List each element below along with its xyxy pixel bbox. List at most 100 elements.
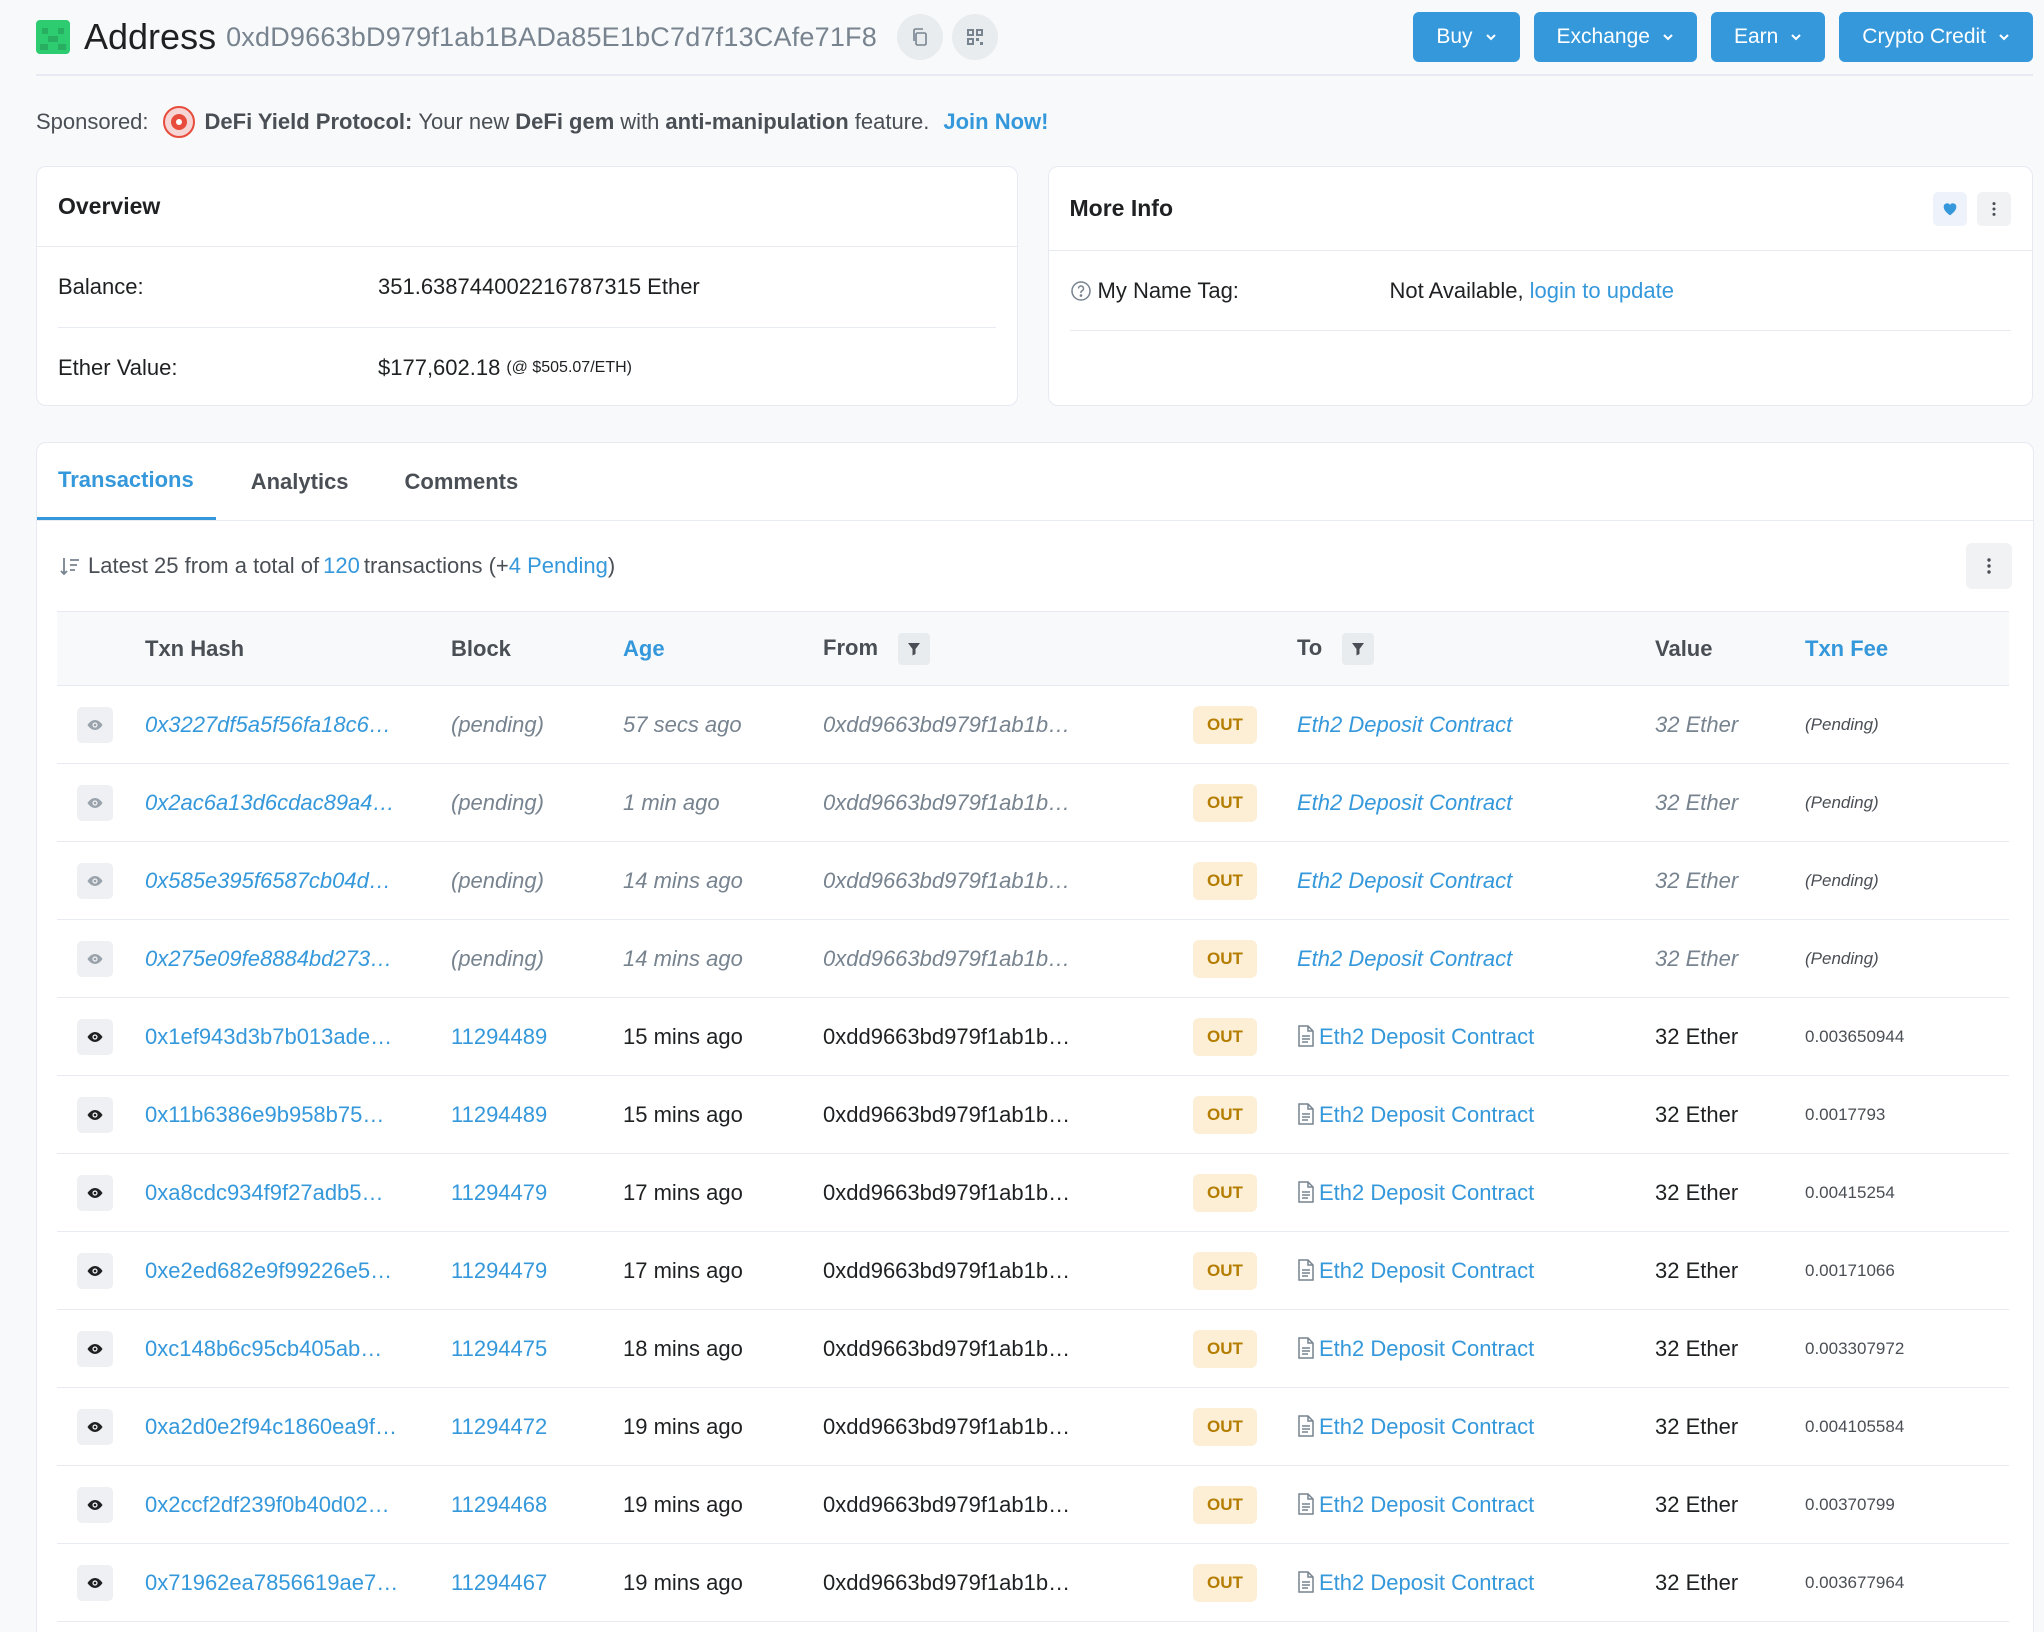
txn-hash-cell: 0x2ccf2df239f0b40d02…	[145, 1466, 451, 1544]
crypto-credit-button[interactable]: Crypto Credit	[1839, 12, 2033, 62]
to-contract-link[interactable]: Eth2 Deposit Contract	[1297, 946, 1512, 971]
sponsor-bold-2: anti-manipulation	[665, 109, 849, 134]
chevron-down-icon	[1999, 34, 2009, 41]
transactions-summary: Latest 25 from a total of 120 transactio…	[37, 521, 2033, 611]
value-cell: 32 Ether	[1655, 867, 1739, 893]
transactions-table-body: 0x3227df5a5f56fa18c6… (pending) 57 secs ag…	[57, 686, 2009, 1622]
to-cell: Eth2 Deposit Contract	[1297, 1232, 1655, 1310]
block-link[interactable]: 11294479	[451, 1180, 547, 1205]
direction-cell: OUT	[1193, 1310, 1297, 1388]
header-eye-spacer	[57, 612, 145, 686]
value-cell: 32 Ether	[1655, 1569, 1739, 1595]
more-info-header: More Info	[1048, 167, 2032, 251]
balance-label: Balance:	[58, 274, 144, 299]
to-contract-link[interactable]: Eth2 Deposit Contract	[1319, 1570, 1534, 1595]
eye-icon[interactable]	[77, 784, 113, 821]
eye-icon[interactable]	[77, 862, 113, 899]
favorite-heart-icon[interactable]	[1933, 191, 1967, 226]
contract-file-icon	[1298, 1024, 1314, 1047]
txn-hash-link[interactable]: 0x585e395f6587cb04d…	[145, 868, 391, 893]
to-contract-link[interactable]: Eth2 Deposit Contract	[1319, 1492, 1534, 1517]
contract-file-icon	[1298, 1336, 1314, 1359]
filter-icon[interactable]	[898, 632, 931, 665]
login-to-update-link[interactable]: login to update	[1530, 278, 1674, 304]
join-now-link[interactable]: Join Now!	[943, 109, 1048, 135]
direction-badge: OUT	[1193, 705, 1257, 744]
earn-button[interactable]: Earn	[1710, 12, 1826, 62]
to-contract-link[interactable]: Eth2 Deposit Contract	[1297, 790, 1512, 815]
tab-transactions[interactable]: Transactions	[37, 443, 216, 520]
txn-hash-link[interactable]: 0xa8cdc934f9f27adb5…	[145, 1180, 384, 1205]
from-address-cell: 0xdd9663bd979f1ab1b…	[823, 945, 1071, 971]
table-row: 0xc148b6c95cb405ab… 11294475 18 mins ago 0x…	[57, 1310, 2009, 1388]
txn-hash-link[interactable]: 0x71962ea7856619ae7…	[145, 1570, 398, 1595]
header-buttons: Buy Exchange Earn Crypto Credit	[1413, 12, 2033, 62]
filter-icon[interactable]	[1342, 632, 1375, 665]
to-contract-link[interactable]: Eth2 Deposit Contract	[1297, 712, 1512, 737]
txn-hash-link[interactable]: 0x2ac6a13d6cdac89a4…	[145, 790, 395, 815]
pending-transactions-link[interactable]: 4 Pending	[509, 553, 608, 579]
to-contract-link[interactable]: Eth2 Deposit Contract	[1319, 1024, 1534, 1049]
sponsored-banner: Sponsored: DeFi Yield Protocol: Your new…	[36, 92, 2033, 152]
direction-badge: OUT	[1193, 1485, 1257, 1524]
block-link[interactable]: 11294468	[451, 1492, 547, 1517]
eye-icon[interactable]	[77, 1486, 113, 1523]
block-link[interactable]: 11294475	[451, 1336, 547, 1361]
eye-icon[interactable]	[77, 1408, 113, 1445]
exchange-button[interactable]: Exchange	[1533, 12, 1697, 62]
contract-file-icon	[1298, 1258, 1314, 1281]
eye-icon[interactable]	[77, 706, 113, 743]
to-contract-link[interactable]: Eth2 Deposit Contract	[1319, 1102, 1534, 1127]
direction-cell: OUT	[1193, 842, 1297, 920]
block-link[interactable]: 11294489	[451, 1102, 547, 1127]
to-contract-link[interactable]: Eth2 Deposit Contract	[1319, 1180, 1534, 1205]
eye-icon[interactable]	[77, 1174, 113, 1211]
more-options-icon[interactable]	[1977, 191, 2011, 226]
block-cell: 11294475	[451, 1310, 623, 1388]
eye-icon[interactable]	[77, 1330, 113, 1367]
txn-hash-link[interactable]: 0xa2d0e2f94c1860ea9f…	[145, 1414, 397, 1439]
table-row: 0x275e09fe8884bd273… (pending) 14 mins ago…	[57, 920, 2009, 998]
txn-hash-link[interactable]: 0x1ef943d3b7b013ade…	[145, 1024, 392, 1049]
txn-hash-link[interactable]: 0x275e09fe8884bd273…	[145, 946, 392, 971]
block-link[interactable]: 11294472	[451, 1414, 547, 1439]
table-options-icon[interactable]	[1966, 543, 2012, 589]
to-contract-link[interactable]: Eth2 Deposit Contract	[1319, 1414, 1534, 1439]
table-row: 0x3227df5a5f56fa18c6… (pending) 57 secs ag…	[57, 686, 2009, 764]
to-contract-link[interactable]: Eth2 Deposit Contract	[1319, 1336, 1534, 1361]
txn-hash-link[interactable]: 0x11b6386e9b958b75…	[145, 1102, 384, 1127]
txn-hash-link[interactable]: 0x2ccf2df239f0b40d02…	[145, 1492, 390, 1517]
eye-icon[interactable]	[77, 1252, 113, 1289]
to-contract-link[interactable]: Eth2 Deposit Contract	[1297, 868, 1512, 893]
from-address-cell: 0xdd9663bd979f1ab1b…	[823, 1491, 1071, 1517]
txn-hash-link[interactable]: 0x3227df5a5f56fa18c6…	[145, 712, 391, 737]
header-txn-fee[interactable]: Txn Fee	[1805, 612, 2009, 686]
txn-hash-cell: 0x1ef943d3b7b013ade…	[145, 998, 451, 1076]
value-cell: 32 Ether	[1655, 711, 1739, 737]
transactions-table: Txn Hash Block Age From To Value Txn Fee	[57, 611, 2009, 1622]
block-link[interactable]: 11294467	[451, 1570, 547, 1595]
row-preview-cell	[57, 764, 145, 842]
eye-icon[interactable]	[77, 940, 113, 977]
block-cell: 11294479	[451, 1154, 623, 1232]
eye-icon[interactable]	[77, 1096, 113, 1133]
header-age[interactable]: Age	[623, 612, 823, 686]
value-cell: 32 Ether	[1655, 1257, 1739, 1283]
block-link[interactable]: 11294489	[451, 1024, 547, 1049]
to-cell: Eth2 Deposit Contract	[1297, 1076, 1655, 1154]
eye-icon[interactable]	[77, 1018, 113, 1055]
eye-icon[interactable]	[77, 1564, 113, 1601]
sponsor-text-1: Your new	[418, 109, 510, 134]
txn-hash-link[interactable]: 0xc148b6c95cb405ab…	[145, 1336, 382, 1361]
overview-card: Overview Balance: 351.638744002216787315…	[36, 166, 1018, 406]
block-link[interactable]: 11294479	[451, 1258, 547, 1283]
txn-hash-link[interactable]: 0xe2ed682e9f99226e5…	[145, 1258, 392, 1283]
tab-comments[interactable]: Comments	[384, 443, 540, 520]
overview-title: Overview	[37, 167, 1017, 247]
tab-analytics[interactable]: Analytics	[230, 443, 370, 520]
total-transactions-link[interactable]: 120	[323, 553, 360, 579]
buy-button[interactable]: Buy	[1413, 12, 1520, 62]
qr-code-icon[interactable]	[951, 14, 998, 60]
copy-icon[interactable]	[896, 14, 943, 60]
to-contract-link[interactable]: Eth2 Deposit Contract	[1319, 1258, 1534, 1283]
